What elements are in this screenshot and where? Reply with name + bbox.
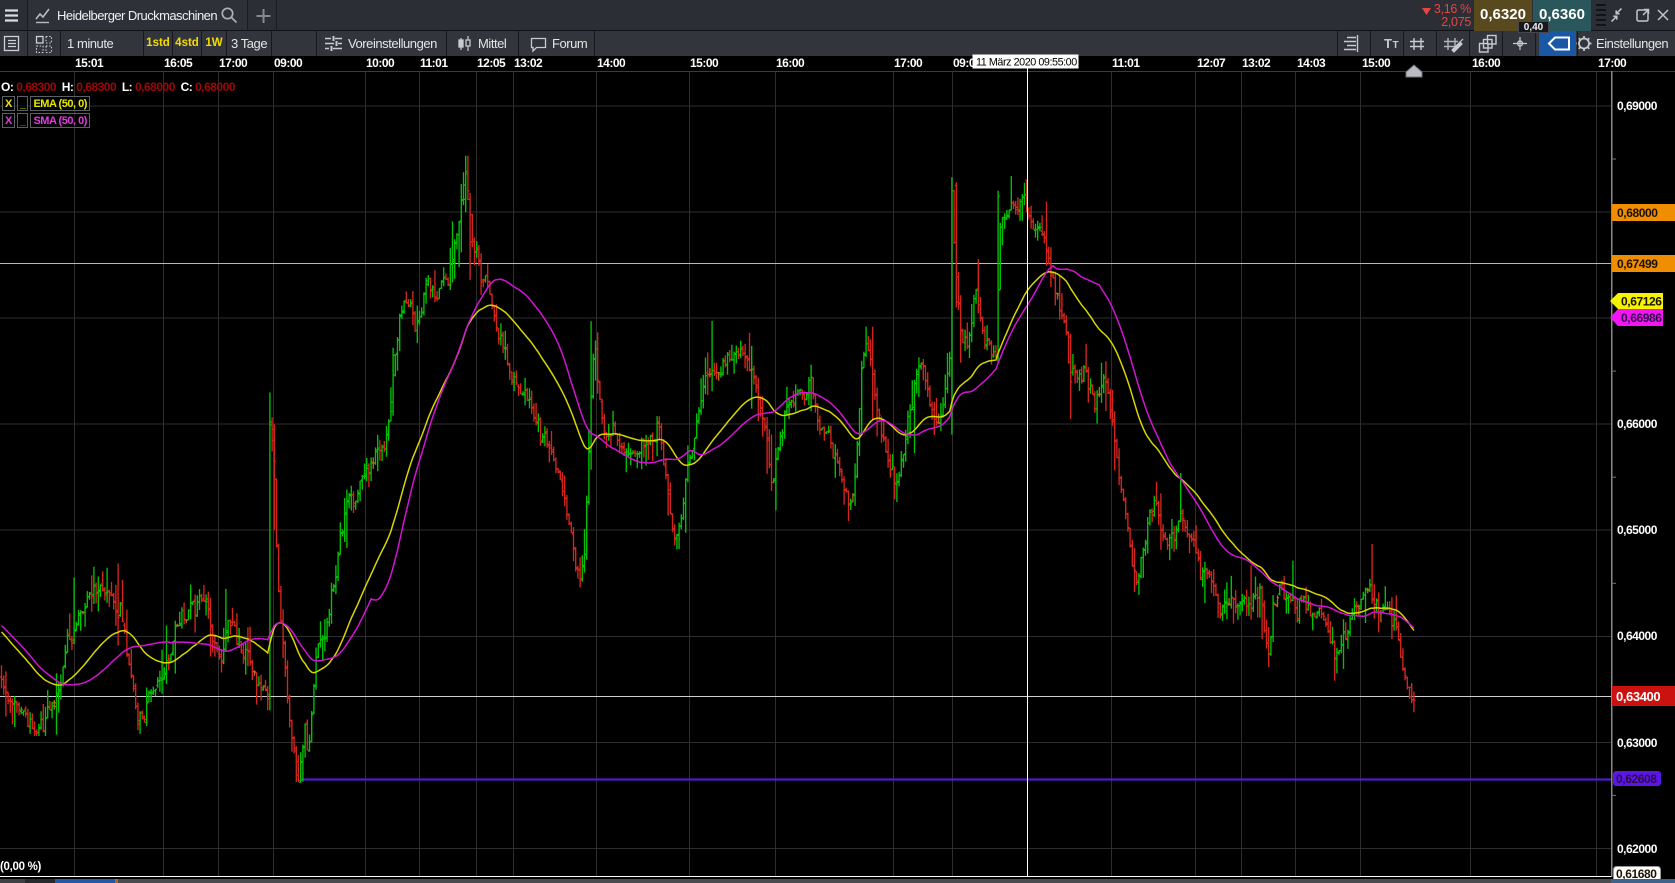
svg-text:0,67499: 0,67499: [1617, 257, 1658, 271]
svg-text:17:00: 17:00: [219, 56, 248, 70]
svg-text:15:00: 15:00: [1362, 56, 1391, 70]
svg-text:14:03: 14:03: [1297, 56, 1326, 70]
svg-text:0,68000: 0,68000: [1617, 206, 1658, 220]
svg-text:11 März 2020 09:55:00: 11 März 2020 09:55:00: [976, 57, 1077, 69]
svg-text:0,64000: 0,64000: [1617, 629, 1658, 643]
svg-text:0,63000: 0,63000: [1617, 736, 1658, 750]
svg-text:0,66000: 0,66000: [1617, 417, 1658, 431]
svg-text:09:00: 09:00: [274, 56, 303, 70]
svg-text:17:00: 17:00: [894, 56, 923, 70]
svg-text:0,66986: 0,66986: [1621, 311, 1662, 325]
svg-text:0,63400: 0,63400: [1616, 689, 1660, 704]
svg-text:13:02: 13:02: [514, 56, 543, 70]
svg-text:0,67126: 0,67126: [1621, 295, 1662, 309]
svg-text:0,65000: 0,65000: [1617, 523, 1658, 537]
svg-text:14:00: 14:00: [597, 56, 626, 70]
svg-text:15:00: 15:00: [690, 56, 719, 70]
svg-text:13:02: 13:02: [1242, 56, 1271, 70]
svg-text:12:07: 12:07: [1197, 56, 1226, 70]
svg-text:0,69000: 0,69000: [1617, 99, 1658, 113]
svg-text:10:00: 10:00: [366, 56, 395, 70]
svg-text:0,62000: 0,62000: [1617, 842, 1658, 856]
svg-text:12:05: 12:05: [477, 56, 506, 70]
svg-text:11:01: 11:01: [420, 56, 448, 70]
svg-text:16:00: 16:00: [1472, 56, 1501, 70]
svg-text:15:01: 15:01: [75, 56, 104, 70]
svg-text:16:05: 16:05: [164, 56, 193, 70]
svg-text:17:00: 17:00: [1598, 56, 1627, 70]
svg-text:11:01: 11:01: [1112, 56, 1140, 70]
svg-text:0,62608: 0,62608: [1616, 772, 1657, 786]
svg-text:16:00: 16:00: [776, 56, 805, 70]
